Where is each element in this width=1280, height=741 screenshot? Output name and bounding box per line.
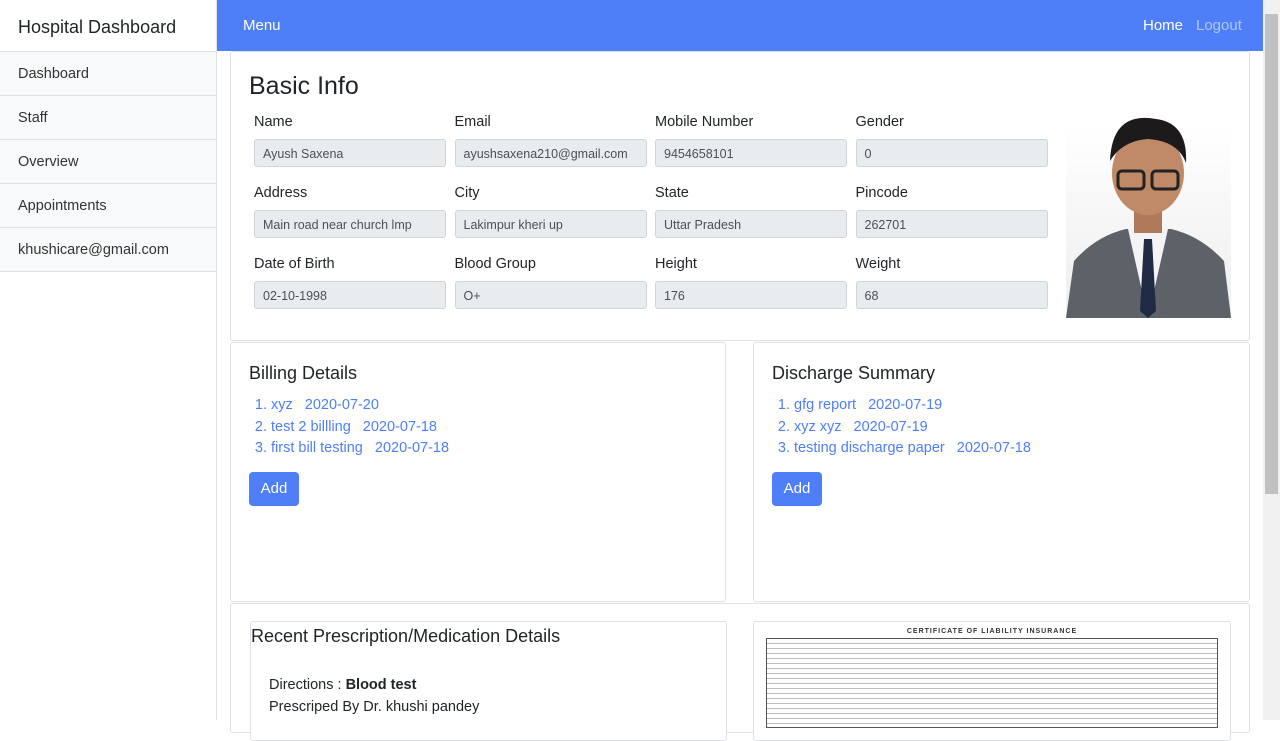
field-label: State <box>655 185 689 201</box>
field-weight: Weight 68 <box>855 256 1048 309</box>
field-input[interactable]: Ayush Saxena <box>254 139 446 167</box>
field-label: Address <box>254 185 308 201</box>
field-input[interactable]: 262701 <box>855 210 1048 238</box>
prescribed-by: Prescriped By Dr. khushi pandey <box>269 699 480 715</box>
field-input[interactable]: 68 <box>855 281 1048 309</box>
directions-label: Directions : <box>269 677 346 693</box>
field-address: Address Main road near church lmp <box>254 185 446 238</box>
field-input[interactable]: Main road near church lmp <box>254 210 446 238</box>
field-label: City <box>454 185 480 201</box>
field-height: Height 176 <box>655 256 847 309</box>
field-label: Gender <box>855 114 904 130</box>
discharge-title: Discharge Summary <box>772 363 936 383</box>
discharge-date: 2020-07-19 <box>868 397 943 413</box>
discharge-name[interactable]: xyz xyz <box>794 419 842 435</box>
directions: Directions : Blood test <box>269 677 416 693</box>
field-blood-group: Blood Group O+ <box>454 256 647 309</box>
discharge-name[interactable]: gfg report <box>794 397 856 413</box>
bill-name[interactable]: first bill testing <box>271 440 363 456</box>
logout-link[interactable]: Logout <box>1196 17 1242 34</box>
add-discharge-button[interactable]: Add <box>772 472 822 506</box>
billing-list: xyz2020-07-20 test 2 billling2020-07-18 … <box>271 395 449 460</box>
field-input[interactable]: 0 <box>855 139 1048 167</box>
prescription-card: Recent Prescription/Medication Details D… <box>230 603 1250 741</box>
billing-item[interactable]: first bill testing 2020-07-18 <box>271 438 449 460</box>
bill-name[interactable]: xyz <box>271 397 293 413</box>
discharge-name[interactable]: testing discharge paper <box>794 440 945 456</box>
sidebar-item-staff[interactable]: Staff <box>0 96 216 140</box>
field-input[interactable]: Lakimpur kheri up <box>454 210 647 238</box>
field-date-of-birth: Date of Birth 02-10-1998 <box>254 256 446 309</box>
discharge-date: 2020-07-19 <box>853 418 928 435</box>
field-pincode: Pincode 262701 <box>855 185 1048 238</box>
field-label: Date of Birth <box>254 256 335 272</box>
field-input[interactable]: Uttar Pradesh <box>655 210 847 238</box>
billing-item[interactable]: test 2 billling 2020-07-18 <box>271 417 449 439</box>
field-label: Height <box>655 256 697 272</box>
bill-date: 2020-07-20 <box>304 397 379 413</box>
discharge-item[interactable]: gfg report 2020-07-19 <box>794 395 1031 417</box>
bill-date: 2020-07-18 <box>362 418 437 435</box>
top-navbar: Menu Home Logout <box>217 0 1263 51</box>
sidebar-item-overview[interactable]: Overview <box>0 140 216 184</box>
sidebar-item-dashboard[interactable]: Dashboard <box>0 52 216 96</box>
discharge-item[interactable]: xyz xyz 2020-07-19 <box>794 417 1031 439</box>
discharge-list: gfg report 2020-07-19 xyz xyz 2020-07-19 t… <box>794 395 1031 460</box>
field-city: City Lakimpur kheri up <box>454 185 647 238</box>
basic-info-title: Basic Info <box>249 72 359 100</box>
sidebar: Hospital Dashboard Dashboard Staff Overv… <box>0 0 217 720</box>
prescription-document-image[interactable]: CERTIFICATE OF LIABILITY INSURANCE <box>753 621 1231 741</box>
sidebar-item-appointments[interactable]: Appointments <box>0 184 216 228</box>
directions-value: Blood test <box>345 677 417 693</box>
sidebar-item-email[interactable]: khushicare@gmail.com <box>0 228 216 272</box>
field-name: Name Ayush Saxena <box>254 114 446 167</box>
field-mobile-number: Mobile Number 9454658101 <box>655 114 847 167</box>
field-input[interactable]: 176 <box>655 281 847 309</box>
scrollbar-thumb[interactable] <box>1265 14 1278 494</box>
profile-photo <box>1066 111 1231 318</box>
field-email: Email ayushsaxena210@gmail.com <box>454 114 647 167</box>
field-label: Name <box>254 114 293 130</box>
field-label: Blood Group <box>454 256 536 272</box>
prescription-title: Recent Prescription/Medication Details <box>251 626 561 646</box>
billing-card: Billing Details xyz 2020-07-20 test 2 bil… <box>230 342 726 602</box>
document-body <box>766 638 1218 728</box>
scrollbar[interactable] <box>1263 0 1280 720</box>
prescription-panel: Recent Prescription/Medication Details D… <box>250 621 727 741</box>
discharge-item[interactable]: testing discharge paper 2020-07-18 <box>794 438 1031 460</box>
discharge-card: Discharge Summary gfg report 2020-07-19 x… <box>753 342 1250 602</box>
field-input[interactable]: O+ <box>454 281 647 309</box>
field-label: Weight <box>855 256 901 272</box>
discharge-date: 2020-07-18 <box>956 440 1031 456</box>
basic-info-card: Basic Info Name Ayush Saxena Email ayushsax… <box>230 51 1250 341</box>
bill-name[interactable]: test 2 billling <box>271 419 351 435</box>
bill-date: 2020-07-18 <box>374 440 450 456</box>
field-state: State Uttar Pradesh <box>655 185 847 238</box>
field-input[interactable]: 02-10-1998 <box>254 281 446 309</box>
field-label: Email <box>454 114 491 130</box>
brand[interactable]: Hospital Dashboard <box>0 0 216 52</box>
home-link[interactable]: Home <box>1143 17 1183 34</box>
field-label: Mobile Number <box>655 114 754 130</box>
field-input[interactable]: 9454658101 <box>655 139 847 167</box>
document-heading: CERTIFICATE OF LIABILITY INSURANCE <box>906 628 1078 635</box>
billing-title: Billing Details <box>249 363 358 383</box>
field-gender: Gender 0 <box>855 114 1048 167</box>
billing-item[interactable]: xyz 2020-07-20 <box>271 395 449 417</box>
field-input[interactable]: ayushsaxena210@gmail.com <box>454 139 647 167</box>
menu-toggle[interactable]: Menu <box>243 17 281 34</box>
field-label: Pincode <box>855 185 908 201</box>
add-bill-button[interactable]: Add <box>249 472 299 506</box>
